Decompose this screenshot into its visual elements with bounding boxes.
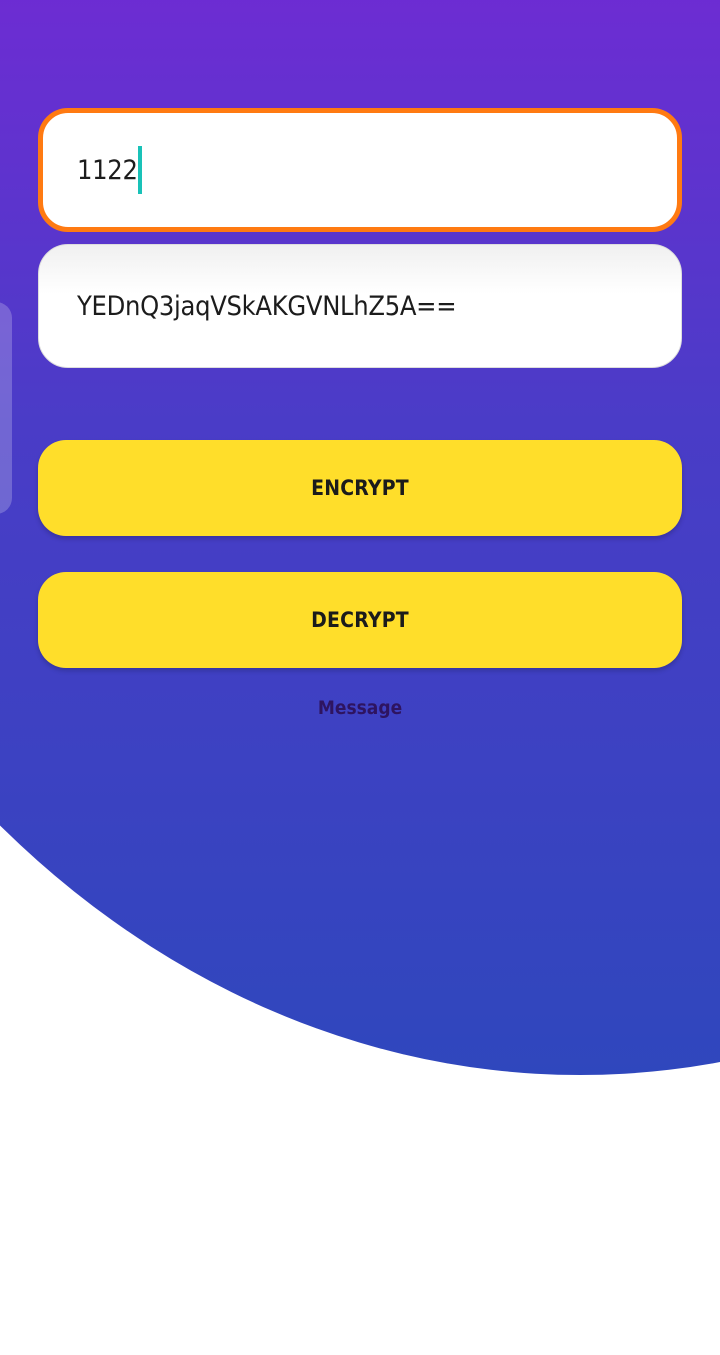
output-field[interactable]: YEDnQ3jaqVSkAKGVNLhZ5A== — [38, 244, 682, 368]
key-input-value: 1122 — [77, 154, 138, 186]
decrypt-button-label: DECRYPT — [311, 608, 409, 632]
side-drawer-handle[interactable] — [0, 302, 12, 514]
output-field-value: YEDnQ3jaqVSkAKGVNLhZ5A== — [77, 290, 457, 322]
app-screen: 1122 YEDnQ3jaqVSkAKGVNLhZ5A== ENCRYPT DE… — [0, 0, 720, 1355]
text-cursor — [137, 146, 142, 194]
key-input[interactable]: 1122 — [38, 108, 682, 232]
encrypt-button-label: ENCRYPT — [311, 476, 409, 500]
encrypt-button[interactable]: ENCRYPT — [38, 440, 682, 536]
message-text: Message — [317, 697, 403, 719]
decrypt-button[interactable]: DECRYPT — [38, 572, 682, 668]
